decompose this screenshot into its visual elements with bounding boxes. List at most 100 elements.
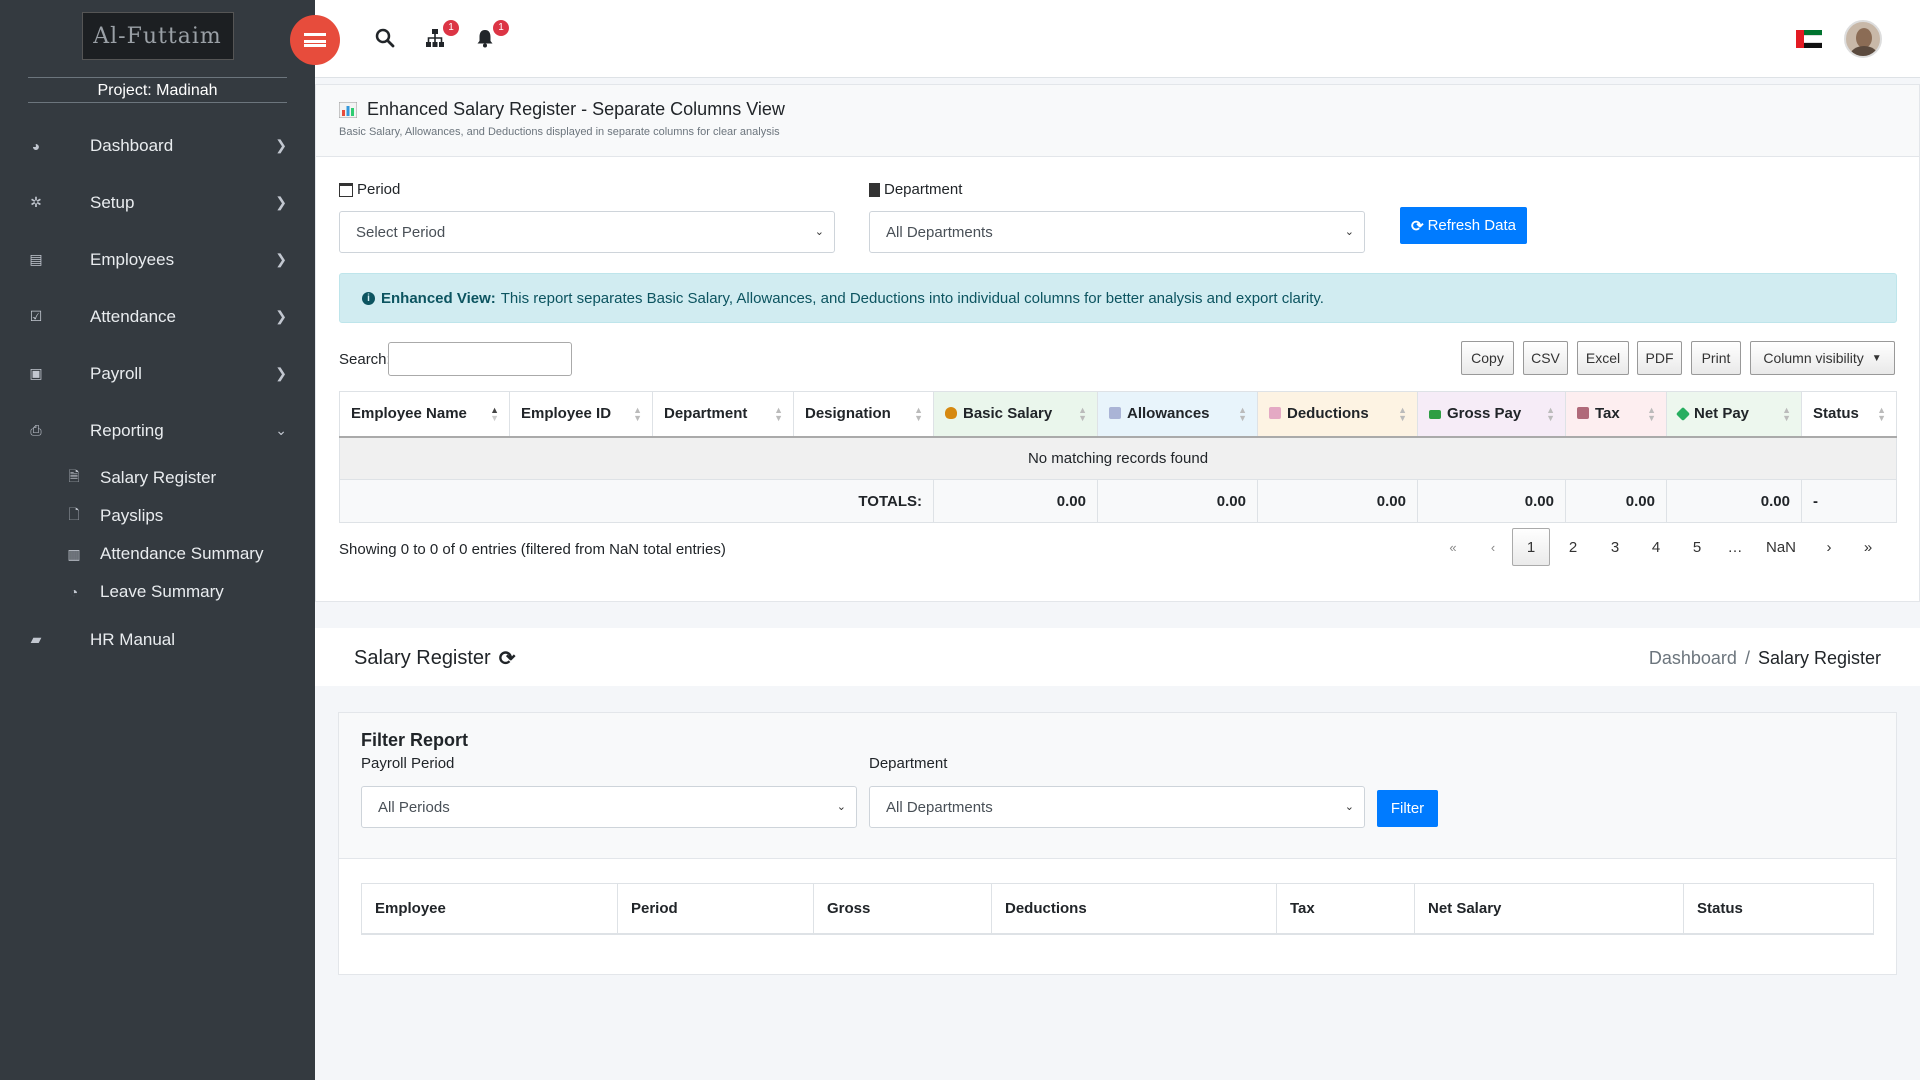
column-visibility-button[interactable]: Column visibility ▼ xyxy=(1750,341,1895,375)
sidebar-item-payroll[interactable]: ▣ Payroll ❯ xyxy=(0,345,315,402)
col-employee: Employee xyxy=(361,883,618,935)
sidebar-item-attendance[interactable]: ☑ Attendance ❯ xyxy=(0,288,315,345)
alert-title: Enhanced View: xyxy=(381,289,496,307)
file-pdf-icon: 🗋 xyxy=(68,506,80,522)
col-label: Status xyxy=(1813,405,1859,423)
pager-prev[interactable]: ‹ xyxy=(1478,528,1508,566)
pager-page-4[interactable]: 4 xyxy=(1637,528,1675,566)
pdf-button[interactable]: PDF xyxy=(1637,341,1682,375)
no-records-cell: No matching records found xyxy=(339,436,1897,480)
sidebar: Al-Futtaim Project: Madinah ◕ Dashboard … xyxy=(0,0,315,1080)
department-select[interactable]: All Departments ⌄ xyxy=(869,211,1365,253)
pager-next[interactable]: › xyxy=(1814,528,1844,566)
col-tax[interactable]: Tax ▲ ▼ xyxy=(1565,391,1667,438)
col-basic-salary[interactable]: Basic Salary ▲ ▼ xyxy=(933,391,1098,438)
search-icon[interactable] xyxy=(375,28,397,50)
pager-page-3[interactable]: 3 xyxy=(1596,528,1634,566)
col-label: Department xyxy=(664,405,748,423)
sidebar-nav: ◕ Dashboard ❯ ✲ Setup ❯ ▤ Employees ❯ ☑ … xyxy=(0,117,315,668)
col-designation[interactable]: Designation ▲ ▼ xyxy=(793,391,934,438)
col-label: Gross Pay xyxy=(1447,405,1522,423)
sort-icon: ▲ ▼ xyxy=(1398,405,1407,423)
sort-icon: ▲ ▼ xyxy=(914,405,923,423)
notification-badge: 1 xyxy=(493,20,509,36)
col-employee-id[interactable]: Employee ID ▲ ▼ xyxy=(509,391,653,438)
hamburger-icon xyxy=(304,33,326,47)
bell-icon[interactable]: 1 xyxy=(475,20,509,50)
period-select[interactable]: Select Period ⌄ xyxy=(339,211,835,253)
refresh-icon: ⟳ xyxy=(1411,217,1424,235)
salary-register-table: Employee Name ▲ ▼ Employee ID ▲ ▼ Department… xyxy=(339,391,1897,523)
col-status: Status xyxy=(1683,883,1874,935)
total-allowances: 0.00 xyxy=(1097,479,1258,523)
file-text-icon: 🗎 xyxy=(68,468,80,484)
col-net-pay[interactable]: Net Pay ▲ ▼ xyxy=(1666,391,1802,438)
excel-button[interactable]: Excel xyxy=(1577,341,1629,375)
col-gross-pay[interactable]: Gross Pay ▲ ▼ xyxy=(1417,391,1566,438)
col-status[interactable]: Status ▲ ▼ xyxy=(1801,391,1897,438)
pager-first[interactable]: « xyxy=(1438,528,1468,566)
company-logo[interactable]: Al-Futtaim xyxy=(81,12,234,60)
sidebar-item-reporting[interactable]: ⎙ Reporting ⌄ xyxy=(0,402,315,459)
sidebar-item-setup[interactable]: ✲ Setup ❯ xyxy=(0,174,315,231)
col-employee-name[interactable]: Employee Name ▲ ▼ xyxy=(339,391,510,438)
filter-button[interactable]: Filter xyxy=(1377,790,1438,827)
gear-icon: ✲ xyxy=(30,194,42,210)
column-visibility-label: Column visibility xyxy=(1763,350,1864,366)
print-button[interactable]: Print xyxy=(1691,341,1741,375)
chevron-right-icon: ❯ xyxy=(275,251,287,267)
sidebar-item-dashboard[interactable]: ◕ Dashboard ❯ xyxy=(0,117,315,174)
total-deductions: 0.00 xyxy=(1257,479,1418,523)
pager-last-page[interactable]: NaN xyxy=(1756,528,1806,566)
notification-badge: 1 xyxy=(443,20,459,36)
chevron-down-icon: ⌄ xyxy=(275,422,287,438)
payroll-period-select[interactable]: All Periods ⌄ xyxy=(361,786,857,828)
table-header-row: Employee Period Gross Deductions Tax Net… xyxy=(361,883,1874,935)
refresh-data-button[interactable]: ⟳ Refresh Data xyxy=(1400,207,1527,244)
sidebar-toggle-button[interactable] xyxy=(290,15,340,65)
col-department[interactable]: Department ▲ ▼ xyxy=(652,391,794,438)
project-name: Project: Madinah xyxy=(28,77,287,103)
chart-up-icon xyxy=(1109,407,1121,420)
pager-page-1[interactable]: 1 xyxy=(1512,528,1550,566)
caret-down-icon: ▼ xyxy=(1871,352,1882,364)
col-allowances[interactable]: Allowances ▲ ▼ xyxy=(1097,391,1258,438)
filter-title: Filter Report xyxy=(361,730,469,750)
total-net-pay: 0.00 xyxy=(1666,479,1802,523)
col-net-salary: Net Salary xyxy=(1414,883,1684,935)
sort-asc-icon: ▲ ▼ xyxy=(490,405,499,423)
table-row: No matching records found xyxy=(339,436,1897,480)
col-label: Allowances xyxy=(1127,405,1210,423)
total-gross-pay: 0.00 xyxy=(1417,479,1566,523)
bank-icon xyxy=(1577,407,1589,420)
copy-button[interactable]: Copy xyxy=(1461,341,1514,375)
user-avatar[interactable] xyxy=(1844,20,1882,58)
sidebar-item-employees[interactable]: ▤ Employees ❯ xyxy=(0,231,315,288)
pager-last[interactable]: » xyxy=(1853,528,1883,566)
pager-page-5[interactable]: 5 xyxy=(1678,528,1716,566)
chevron-right-icon: ❯ xyxy=(275,137,287,153)
sidebar-item-hr-manual[interactable]: ▰ HR Manual xyxy=(0,611,315,668)
sidebar-item-payslips[interactable]: 🗋 Payslips xyxy=(0,497,315,535)
breadcrumb-dashboard[interactable]: Dashboard xyxy=(1649,648,1737,668)
breadcrumb-current: Salary Register xyxy=(1757,648,1881,668)
breadcrumb: Dashboard / Salary Register xyxy=(1649,648,1881,669)
col-deductions[interactable]: Deductions ▲ ▼ xyxy=(1257,391,1418,438)
csv-button[interactable]: CSV xyxy=(1523,341,1568,375)
filter-department-label: Department xyxy=(869,755,948,772)
filter-department-select[interactable]: All Departments ⌄ xyxy=(869,786,1365,828)
col-label: Employee ID xyxy=(521,405,612,423)
sidebar-item-leave-summary[interactable]: ◔ Leave Summary xyxy=(0,573,315,611)
search-label: Search: xyxy=(339,351,391,368)
pager-page-2[interactable]: 2 xyxy=(1554,528,1592,566)
sidebar-item-salary-register[interactable]: 🗎 Salary Register xyxy=(0,459,315,497)
breadcrumb-separator: / xyxy=(1744,648,1750,668)
bar-chart-icon: ▥ xyxy=(67,545,81,562)
search-input[interactable] xyxy=(388,342,572,376)
org-chart-icon[interactable]: 1 xyxy=(425,20,459,50)
id-badge-icon: ▤ xyxy=(29,251,43,267)
refresh-icon[interactable]: ⟳ xyxy=(499,646,516,671)
col-label: Employee Name xyxy=(351,405,467,423)
uae-flag-icon[interactable] xyxy=(1796,30,1822,48)
sidebar-item-attendance-summary[interactable]: ▥ Attendance Summary xyxy=(0,535,315,573)
